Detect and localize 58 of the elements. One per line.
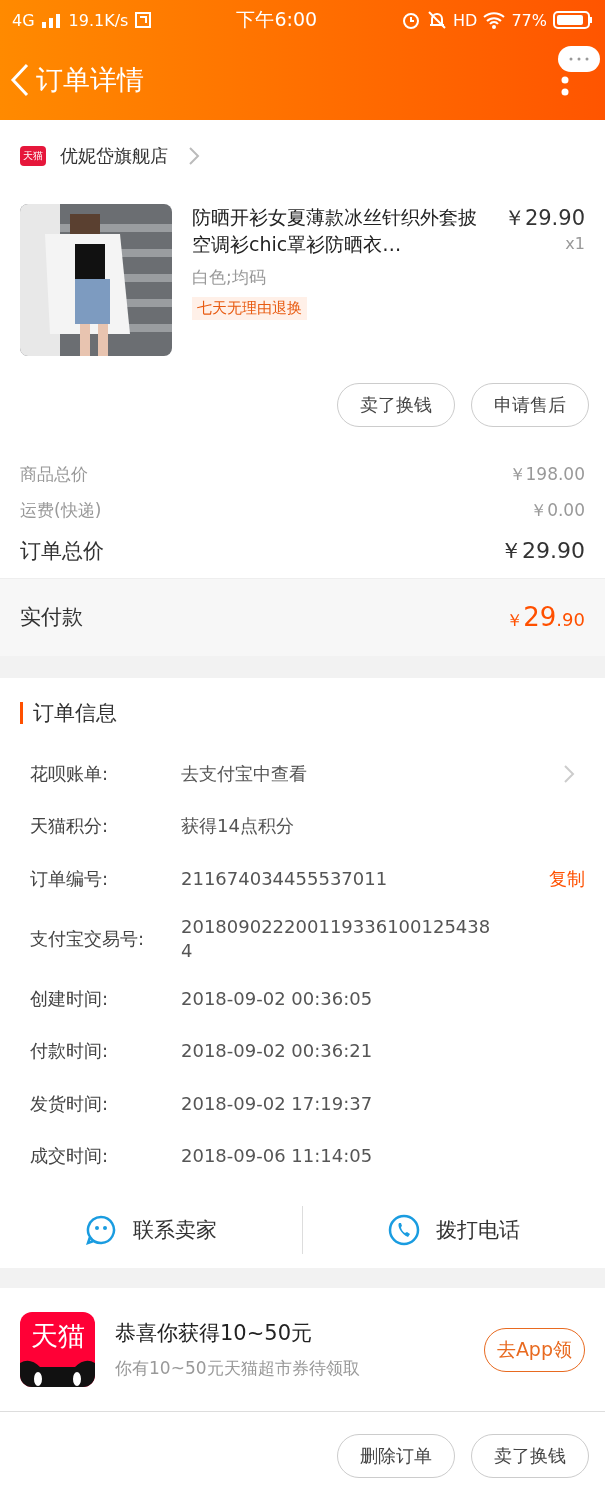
hd-indicator: HD [453,10,478,30]
clock-time: 下午6:00 [236,7,318,32]
battery-percent: 77% [511,10,547,30]
product-sku: 白色;均码 [192,265,267,289]
info-label: 花呗账单: [30,761,110,786]
phone-icon [388,1214,420,1247]
product-quantity: x1 [565,233,585,253]
battery-icon [553,11,593,29]
signal-icon [40,12,63,28]
back-icon[interactable] [10,62,30,97]
network-type: 4G [12,10,35,30]
action-button[interactable]: 删除订单 [337,1434,455,1478]
smiley-chat-icon [85,1214,117,1247]
alarm-icon [401,10,422,30]
summary-value: ￥198.00 [508,463,585,487]
contact-link[interactable]: 拨打电话 [436,1216,520,1245]
summary-value: ￥0.00 [530,499,585,523]
bell-off-icon [427,10,448,30]
info-label: 发货时间: [30,1091,110,1116]
logo-text: 天猫 [30,1320,85,1352]
section-title: 订单信息 [33,699,117,727]
info-value: 获得14点积分 [181,814,295,839]
info-value: 2018090222001193361001254384 [181,914,492,963]
summary-label: 运费(快递) [20,499,102,523]
page-title: 订单详情 [36,62,144,97]
summary-value: ￥29.90 [500,536,585,565]
promo-title: 恭喜你获得10~50元 [115,1320,314,1347]
info-value: 2018-09-06 11:14:05 [181,1144,374,1168]
info-label: 天猫积分: [30,814,110,839]
info-value: 211674034455537011 [181,866,389,891]
screenshot-icon [134,11,153,29]
network-speed: 19.1K/s [68,10,129,30]
shop-name[interactable]: 优妮岱旗舰店 [60,143,168,168]
info-value[interactable]: 去支付宝中查看 [181,761,496,786]
chevron-right-icon [188,145,200,166]
chevron-right-icon [563,763,575,784]
info-label: 支付宝交易号: [30,926,146,951]
action-button[interactable]: 卖了换钱 [337,382,455,427]
promo-subtitle: 你有10~50元天猫超市券待领取 [115,1357,361,1380]
wifi-icon [483,11,506,29]
paid-amount: ￥29.90 [506,602,585,633]
summary-label: 商品总价 [20,463,88,487]
contact-link[interactable]: 联系卖家 [133,1216,217,1245]
info-label: 成交时间: [30,1144,110,1168]
paid-label: 实付款 [20,604,83,632]
action-button[interactable]: 卖了换钱 [471,1434,589,1478]
info-label: 付款时间: [30,1039,110,1064]
action-button[interactable]: 申请售后 [471,382,589,427]
tmall-badge: 天猫 [20,145,46,166]
product-price: ￥29.90 [503,204,585,232]
info-value: 2018-09-02 00:36:05 [181,986,374,1011]
info-value: 2018-09-02 00:36:21 [181,1039,374,1064]
info-label: 创建时间: [30,986,110,1011]
info-value: 2018-09-02 17:19:37 [181,1091,374,1116]
info-label: 订单编号: [30,866,110,891]
summary-label: 订单总价 [20,537,104,565]
product-title[interactable]: 防晒开衫女夏薄款冰丝针织外套披空调衫chic罩衫防晒衣… [192,203,482,258]
return-policy-tag: 七天无理由退换 [192,296,307,320]
